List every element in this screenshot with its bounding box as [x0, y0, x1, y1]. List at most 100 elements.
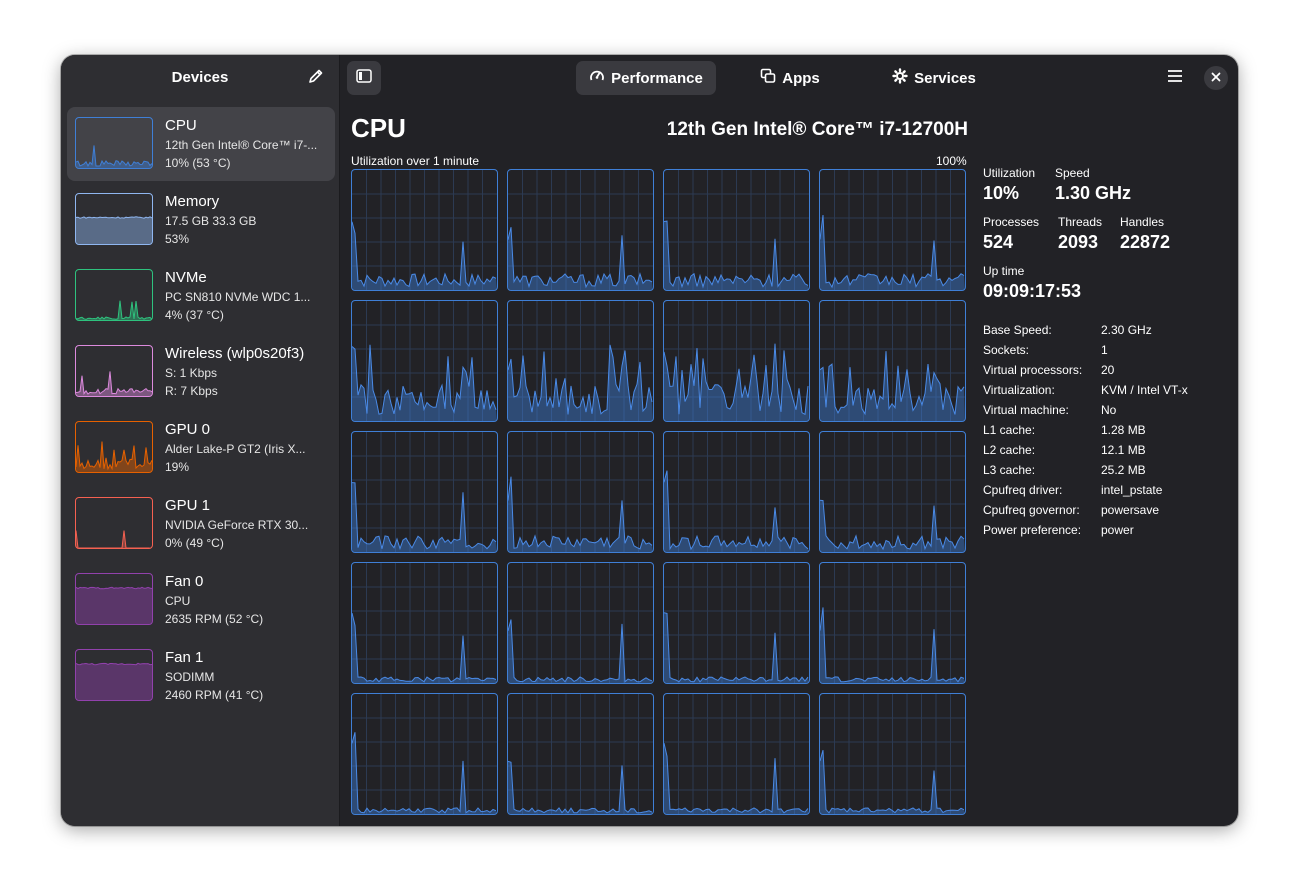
- detail-key: Virtualization:: [983, 383, 1055, 397]
- detail-value: 12.1 MB: [1101, 443, 1146, 457]
- detail-key: Base Speed:: [983, 323, 1052, 337]
- apps-icon: [760, 68, 776, 88]
- device-name: Wireless (wlp0s20f3): [165, 345, 305, 362]
- device-detail: PC SN810 NVMe WDC 1...: [165, 290, 311, 304]
- sidebar-toggle-button[interactable]: [347, 61, 381, 95]
- graph-max-label: 100%: [936, 154, 967, 168]
- detail-key: Sockets:: [983, 343, 1030, 357]
- detail-key: L1 cache:: [983, 423, 1036, 437]
- stat-uptime: Up time 09:09:17:53: [983, 264, 1081, 302]
- tab-services-label: Services: [914, 69, 976, 87]
- cpu-core-graph: [663, 169, 810, 291]
- detail-key: Power preference:: [983, 523, 1082, 537]
- close-icon: [1211, 69, 1221, 87]
- sidebar-item-fan-1[interactable]: Fan 1 SODIMM 2460 RPM (41 °C): [67, 639, 335, 713]
- sidebar-item-gpu-0[interactable]: GPU 0 Alder Lake-P GT2 (Iris X... 19%: [67, 411, 335, 485]
- stat-threads: Threads 2093: [1058, 215, 1102, 253]
- detail-row: Sockets: 1: [983, 343, 1223, 359]
- device-name: CPU: [165, 117, 197, 134]
- cpu-core-graph: [507, 693, 654, 815]
- cpu-core-graph: [663, 300, 810, 422]
- detail-value: 25.2 MB: [1101, 463, 1146, 477]
- device-detail: CPU: [165, 594, 191, 608]
- device-graph-thumbnail: [75, 497, 153, 549]
- device-usage: R: 7 Kbps: [165, 384, 218, 398]
- detail-row: Virtual processors: 20: [983, 363, 1223, 379]
- device-name: Fan 1: [165, 649, 204, 666]
- device-list: CPU 12th Gen Intel® Core™ i7-... 10% (53 °…: [67, 107, 335, 715]
- stat-processes: Processes 524: [983, 215, 1039, 253]
- stat-processes-value: 524: [983, 232, 1014, 252]
- main-menu-button[interactable]: [1160, 65, 1190, 91]
- tab-apps-label: Apps: [782, 69, 820, 87]
- device-usage: 53%: [165, 232, 190, 246]
- device-usage: 10% (53 °C): [165, 156, 231, 170]
- cpu-core-graph: [507, 169, 654, 291]
- detail-row: Cpufreq governor: powersave: [983, 503, 1223, 519]
- stat-handles-value: 22872: [1120, 232, 1171, 252]
- cpu-core-graph: [507, 300, 654, 422]
- sidebar-item-fan-0[interactable]: Fan 0 CPU 2635 RPM (52 °C): [67, 563, 335, 637]
- detail-value: 2.30 GHz: [1101, 323, 1152, 337]
- cpu-core-graph: [819, 431, 966, 553]
- graph-caption: Utilization over 1 minute: [351, 154, 480, 168]
- sidebar-title: Devices: [171, 69, 229, 86]
- device-usage: 2460 RPM (41 °C): [165, 688, 264, 702]
- device-detail: NVIDIA GeForce RTX 30...: [165, 518, 309, 532]
- cpu-core-graph: [663, 431, 810, 553]
- sidebar-item-gpu-1[interactable]: GPU 1 NVIDIA GeForce RTX 30... 0% (49 °C): [67, 487, 335, 561]
- device-detail: S: 1 Kbps: [165, 366, 218, 380]
- detail-value: KVM / Intel VT-x: [1101, 383, 1188, 397]
- cpu-core-graph: [351, 562, 498, 684]
- device-detail: 12th Gen Intel® Core™ i7-...: [165, 138, 318, 152]
- detail-key: L3 cache:: [983, 463, 1036, 477]
- cpu-core-graphs: [351, 169, 969, 817]
- close-button[interactable]: [1204, 66, 1228, 90]
- stat-uptime-label: Up time: [983, 264, 1025, 278]
- sidebar-header: Devices: [61, 55, 339, 101]
- stat-speed: Speed 1.30 GHz: [1055, 166, 1131, 204]
- sidebar-item-nvme[interactable]: NVMe PC SN810 NVMe WDC 1... 4% (37 °C): [67, 259, 335, 333]
- detail-value: No: [1101, 403, 1117, 417]
- device-name: Memory: [165, 193, 220, 210]
- device-name: GPU 0: [165, 421, 211, 438]
- stat-utilization: Utilization 10%: [983, 166, 1035, 204]
- device-usage: 19%: [165, 460, 190, 474]
- sidebar-item-wireless-wlp0s20f3[interactable]: Wireless (wlp0s20f3) S: 1 Kbps R: 7 Kbps: [67, 335, 335, 409]
- device-graph-thumbnail: [75, 649, 153, 701]
- tab-services[interactable]: Services: [878, 61, 990, 95]
- cpu-core-graph: [507, 431, 654, 553]
- gear-icon: [892, 68, 908, 88]
- edit-button[interactable]: [303, 65, 329, 91]
- cpu-core-graph: [819, 300, 966, 422]
- sidebar-item-memory[interactable]: Memory 17.5 GB 33.3 GB 53%: [67, 183, 335, 257]
- stat-uptime-value: 09:09:17:53: [983, 281, 1082, 301]
- tab-performance-label: Performance: [611, 69, 703, 87]
- detail-value: 1.28 MB: [1101, 423, 1146, 437]
- hamburger-icon: [1167, 69, 1183, 88]
- cpu-model-name: 12th Gen Intel® Core™ i7-12700H: [666, 119, 968, 140]
- page-title: CPU: [351, 113, 406, 143]
- cpu-core-graph: [819, 562, 966, 684]
- stat-speed-label: Speed: [1055, 166, 1090, 180]
- cpu-core-graph: [351, 300, 498, 422]
- device-graph-thumbnail: [75, 345, 153, 397]
- speedometer-icon: [589, 68, 605, 88]
- device-detail: Alder Lake-P GT2 (Iris X...: [165, 442, 306, 456]
- device-graph-thumbnail: [75, 421, 153, 473]
- detail-value: powersave: [1101, 503, 1160, 517]
- detail-value: 20: [1101, 363, 1115, 377]
- detail-key: Virtual machine:: [983, 403, 1069, 417]
- cpu-core-graph: [819, 693, 966, 815]
- detail-key: L2 cache:: [983, 443, 1036, 457]
- tab-apps[interactable]: Apps: [742, 61, 838, 95]
- stat-utilization-label: Utilization: [983, 166, 1036, 180]
- detail-row: Power preference: power: [983, 523, 1223, 539]
- cpu-core-graph: [351, 169, 498, 291]
- detail-key: Virtual processors:: [983, 363, 1083, 377]
- sidebar-item-cpu[interactable]: CPU 12th Gen Intel® Core™ i7-... 10% (53 °…: [67, 107, 335, 181]
- detail-row: L2 cache: 12.1 MB: [983, 443, 1223, 459]
- detail-row: Virtualization: KVM / Intel VT-x: [983, 383, 1223, 399]
- tab-performance[interactable]: Performance: [576, 61, 716, 95]
- device-usage: 4% (37 °C): [165, 308, 224, 322]
